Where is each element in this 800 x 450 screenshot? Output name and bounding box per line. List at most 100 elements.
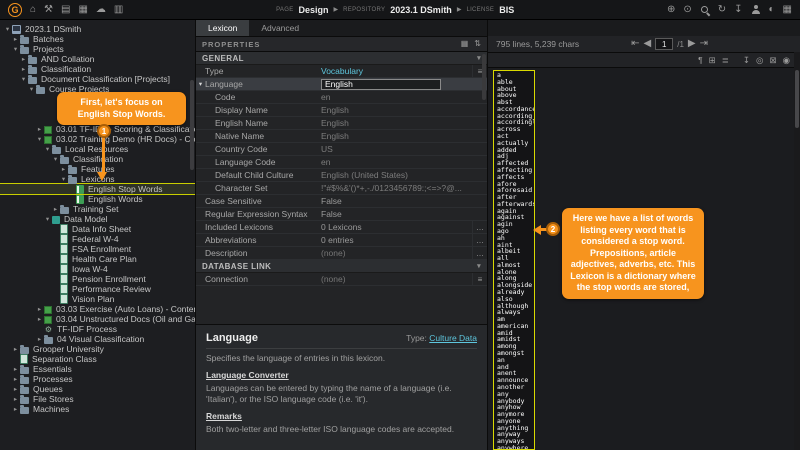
tree-item-03-04-unstructured-docs-oil-and-gas-content[interactable]: ▸03.04 Unstructured Docs (Oil and Gas) -… — [0, 314, 195, 324]
expander-icon[interactable]: ▾ — [19, 75, 28, 83]
property-row-code[interactable]: Codeen — [196, 91, 487, 104]
expander-icon[interactable]: ▸ — [11, 35, 20, 43]
tree-item-pension-enrollment[interactable]: Pension Enrollment — [0, 274, 195, 284]
expander-icon[interactable]: ▸ — [35, 335, 44, 343]
word-list-editor[interactable]: aableaboutaboveabstaccordanceaccordingac… — [493, 70, 535, 450]
next-page-icon[interactable]: ▶ — [688, 39, 696, 49]
breadcrumb-license-value[interactable]: BIS — [499, 5, 514, 15]
globe-icon[interactable]: ◐ — [769, 5, 775, 15]
storage-icon[interactable]: ▦ — [78, 5, 87, 15]
reports-icon[interactable]: ▥ — [114, 5, 123, 15]
expander-icon[interactable]: ▾ — [27, 85, 36, 93]
property-action-button[interactable]: … — [472, 221, 487, 233]
tree-item-classification[interactable]: ▸Classification — [0, 64, 195, 74]
section-header-database-link[interactable]: DATABASE LINK▾ — [196, 260, 487, 273]
tree-item-03-02-training-demo-hr-docs-content-model[interactable]: ▾03.02 Training Demo (HR Docs) - Content… — [0, 134, 195, 144]
tree-item-04-visual-classification[interactable]: ▸04 Visual Classification — [0, 334, 195, 344]
lock-icon[interactable]: ◎ — [756, 56, 763, 65]
tree-item-performance-review[interactable]: Performance Review — [0, 284, 195, 294]
property-value[interactable]: en — [321, 157, 487, 167]
tree-item-classification[interactable]: ▾Classification — [0, 154, 195, 164]
property-row-description[interactable]: Description(none)… — [196, 247, 487, 260]
formatting-marks-icon[interactable]: ¶ — [698, 56, 703, 65]
property-value[interactable]: English — [321, 79, 487, 90]
property-value[interactable]: English — [321, 105, 487, 115]
add-icon[interactable]: ⊕ — [667, 5, 675, 15]
property-row-included-lexicons[interactable]: Included Lexicons0 Lexicons… — [196, 221, 487, 234]
property-value[interactable]: 0 Lexicons — [321, 222, 472, 232]
property-action-button[interactable]: … — [472, 247, 487, 259]
tree-item-processes[interactable]: ▸Processes — [0, 374, 195, 384]
tree-item-separation-class[interactable]: Separation Class — [0, 354, 195, 364]
cloud-icon[interactable]: ☁ — [96, 5, 106, 15]
expander-icon[interactable]: ▸ — [51, 205, 60, 213]
property-value[interactable]: Vocabulary — [321, 66, 472, 76]
preview-icon[interactable]: ◉ — [783, 56, 790, 65]
tree-item-queues[interactable]: ▸Queues — [0, 384, 195, 394]
tree-item-and-collation[interactable]: ▸AND Collation — [0, 54, 195, 64]
user-icon[interactable] — [751, 5, 761, 15]
property-value[interactable]: (none) — [321, 274, 472, 284]
export-icon[interactable]: ↧ — [743, 56, 750, 65]
sidebar-scrollbar[interactable] — [190, 80, 194, 170]
tree-item-document-classification-projects[interactable]: ▾Document Classification [Projects] — [0, 74, 195, 84]
tree-item-03-03-exercise-auto-loans-content-model[interactable]: ▸03.03 Exercise (Auto Loans) - Content M… — [0, 304, 195, 314]
expander-icon[interactable]: ▾ — [43, 215, 52, 223]
property-action-button[interactable]: ≡ — [472, 273, 487, 285]
property-row-language-code[interactable]: Language Codeen — [196, 156, 487, 169]
property-row-regular-expression-syntax[interactable]: Regular Expression SyntaxFalse — [196, 208, 487, 221]
property-row-character-set[interactable]: Character Set!"#$%&'()*+,-./0123456789:;… — [196, 182, 487, 195]
expander-icon[interactable]: ▾ — [43, 145, 52, 153]
delete-icon[interactable]: ⊠ — [769, 56, 776, 65]
tree-item-data-model[interactable]: ▾Data Model — [0, 214, 195, 224]
section-header-general[interactable]: GENERAL▾ — [196, 52, 487, 65]
tree-item-training-set[interactable]: ▸Training Set — [0, 204, 195, 214]
apps-icon[interactable]: ▦ — [783, 5, 792, 15]
property-value[interactable]: False — [321, 209, 487, 219]
expander-icon[interactable]: ▾ — [51, 155, 60, 163]
expander-icon[interactable]: ▸ — [19, 55, 28, 63]
categorize-icon[interactable]: ▦ — [461, 40, 469, 48]
tree-item-batches[interactable]: ▸Batches — [0, 34, 195, 44]
home-icon[interactable]: ⌂ — [30, 5, 36, 15]
expander-icon[interactable]: ▾ — [196, 80, 205, 88]
tree-item-english-stop-words[interactable]: English Stop Words — [0, 184, 195, 194]
expander-icon[interactable]: ▸ — [11, 405, 20, 413]
tree-item-2023-1-dsmith[interactable]: ▾2023.1 DSmith — [0, 24, 195, 34]
property-row-native-name[interactable]: Native NameEnglish — [196, 130, 487, 143]
property-action-button[interactable]: … — [472, 234, 487, 246]
expander-icon[interactable]: ▸ — [11, 385, 20, 393]
expander-icon[interactable]: ▸ — [11, 375, 20, 383]
tree-item-local-resources[interactable]: ▾Local Resources — [0, 144, 195, 154]
grooper-logo[interactable]: G — [8, 3, 22, 17]
property-row-type[interactable]: TypeVocabulary≡ — [196, 65, 487, 78]
tree-item-english-words[interactable]: English Words — [0, 194, 195, 204]
download-icon[interactable]: ↧ — [734, 5, 742, 15]
page-number-input[interactable] — [655, 38, 673, 50]
expander-icon[interactable]: ▾ — [3, 25, 12, 33]
tab-advanced[interactable]: Advanced — [249, 20, 311, 36]
help-type-link[interactable]: Culture Data — [429, 333, 477, 343]
expander-icon[interactable]: ▸ — [59, 165, 68, 173]
info-icon[interactable]: ⊙ — [683, 5, 691, 15]
property-row-connection[interactable]: Connection(none)≡ — [196, 273, 487, 286]
sort-icon[interactable]: ⇅ — [474, 40, 481, 48]
expander-icon[interactable]: ▸ — [19, 65, 28, 73]
expander-icon[interactable]: ▸ — [35, 125, 44, 133]
layout-icon[interactable]: ⊞ — [709, 56, 716, 65]
previous-page-icon[interactable]: ◀ — [644, 39, 652, 49]
expander-icon[interactable]: ▾ — [11, 45, 20, 53]
property-value[interactable]: US — [321, 144, 487, 154]
expander-icon[interactable]: ▸ — [11, 365, 20, 373]
property-value[interactable]: en — [321, 92, 487, 102]
search-icon[interactable] — [700, 5, 710, 15]
property-row-abbreviations[interactable]: Abbreviations0 entries… — [196, 234, 487, 247]
first-page-icon[interactable]: ⇤ — [631, 39, 639, 49]
expander-icon[interactable]: ▾ — [59, 175, 68, 183]
property-value[interactable]: (none) — [321, 248, 472, 258]
property-value[interactable]: False — [321, 196, 487, 206]
line-display-icon[interactable]: ≣ — [722, 56, 729, 65]
tree-item-file-stores[interactable]: ▸File Stores — [0, 394, 195, 404]
property-value[interactable]: !"#$%&'()*+,-./0123456789:;<=>?@... — [321, 183, 487, 193]
property-value[interactable]: 0 entries — [321, 235, 472, 245]
